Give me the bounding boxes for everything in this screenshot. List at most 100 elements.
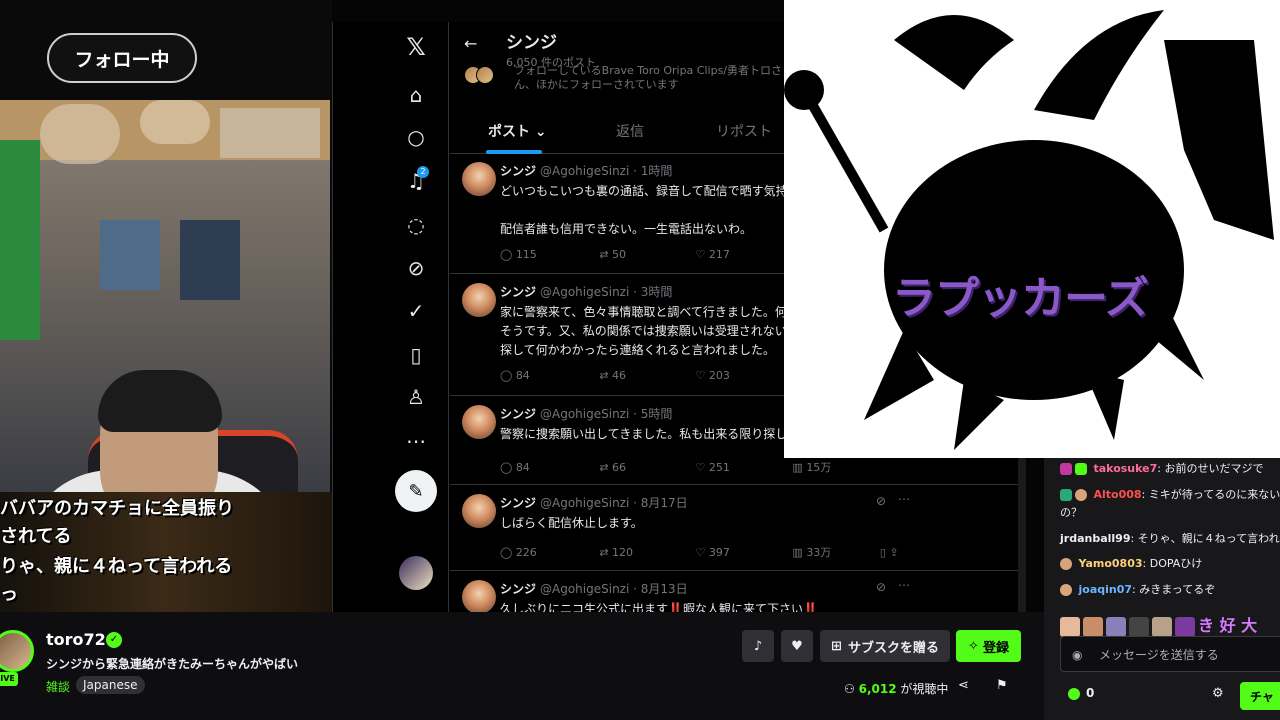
subscribe-button[interactable]: ✧ 登録 xyxy=(956,630,1021,662)
tweet-avatar[interactable] xyxy=(462,405,496,439)
tweet-author[interactable]: シンジ xyxy=(500,164,536,178)
tweet-avatar[interactable] xyxy=(462,162,496,196)
emote-icon[interactable] xyxy=(1175,616,1195,637)
chat-text: : みきまってるぞ xyxy=(1132,583,1216,596)
more-options-icon[interactable]: ⋯ xyxy=(898,492,910,506)
emote-icon[interactable] xyxy=(1083,616,1103,637)
emote-text[interactable]: き 好 大 xyxy=(1198,616,1257,635)
share-icon[interactable]: ⋖ xyxy=(958,678,969,693)
compose-post-icon[interactable]: ✎ xyxy=(395,470,437,512)
tweet-author[interactable]: シンジ xyxy=(500,582,536,596)
like-count: 251 xyxy=(708,461,730,474)
emote-icon[interactable] xyxy=(1129,616,1149,637)
streamer-panel: フォロー中 ババアのカマチョに全員振り されてる りゃ、親に４ねって言われる っ xyxy=(0,0,332,612)
tweet-avatar[interactable] xyxy=(462,283,496,317)
like-count: 203 xyxy=(708,369,730,382)
reply-icon[interactable]: ◯ xyxy=(500,546,512,559)
reply-count: 84 xyxy=(515,369,530,382)
like-icon[interactable]: ♡ xyxy=(696,369,706,382)
user-avatar xyxy=(1060,584,1072,596)
emote-icon[interactable] xyxy=(1152,616,1172,637)
chat-username[interactable]: Alto008 xyxy=(1094,488,1142,501)
bookmark-icon[interactable]: ▯ xyxy=(880,546,886,559)
emote-bar: き 好 大 xyxy=(1060,612,1257,637)
tweet-handle: @AgohigeSinzi · 3時間 xyxy=(540,285,673,299)
tweet-avatar[interactable] xyxy=(462,494,496,528)
grok-icon[interactable]: ⊘ xyxy=(876,580,886,594)
bookmarks-icon[interactable]: ▯ xyxy=(403,342,429,368)
reply-icon[interactable]: ◯ xyxy=(500,461,512,474)
subtitle-line: りゃ、親に４ねって言われる xyxy=(0,556,233,577)
like-icon[interactable]: ♡ xyxy=(696,248,706,261)
report-icon[interactable]: ⚑ xyxy=(996,678,1008,693)
profile-name: シンジ xyxy=(506,33,557,53)
gift-badge-icon xyxy=(1075,463,1087,475)
tweet-avatar[interactable] xyxy=(462,580,496,612)
repost-icon[interactable]: ⇄ xyxy=(599,546,608,559)
viewers-icon: ⚇ xyxy=(844,682,855,696)
category-link[interactable]: 雑談 xyxy=(46,678,70,695)
messages-icon[interactable]: ◌ xyxy=(403,212,429,238)
chat-message[interactable]: joaqin07: みきまってるぞ xyxy=(1060,581,1215,597)
settings-gear-icon[interactable]: ⚙ xyxy=(1212,686,1224,701)
more-options-icon[interactable]: ⋯ xyxy=(898,578,910,592)
more-icon[interactable]: ⋯ xyxy=(403,428,429,454)
grok-icon[interactable]: ⊘ xyxy=(876,494,886,508)
views-icon: ▥ xyxy=(792,461,803,474)
points-count: 0 xyxy=(1086,686,1095,700)
view-count: 15万 xyxy=(806,461,832,474)
tweet-author[interactable]: シンジ xyxy=(500,407,536,421)
tweet-text: 久しぶりにニコ生公式に出ます‼️暇な人観に来て下さい‼️ xyxy=(500,602,818,612)
like-icon[interactable]: ♡ xyxy=(696,546,706,559)
repost-icon[interactable]: ⇄ xyxy=(599,461,608,474)
points-icon[interactable] xyxy=(1068,688,1080,700)
webcam-feed xyxy=(0,100,330,492)
tweet[interactable]: シンジ @AgohigeSinzi · 8月17日 ⊘ ⋯ しばらく配信休止します… xyxy=(450,486,1023,571)
chat-text: : DOPAひけ xyxy=(1142,557,1203,570)
chat-message[interactable]: Alto008: ミキが待ってるのに来ない xyxy=(1060,486,1280,502)
x-logo-icon[interactable]: 𝕏 xyxy=(403,34,429,60)
home-icon[interactable]: ⌂ xyxy=(403,82,429,108)
chat-username[interactable]: jrdanball99 xyxy=(1060,532,1130,545)
chat-username[interactable]: takosuke7 xyxy=(1094,462,1158,475)
share-icon[interactable]: ⇪ xyxy=(889,546,898,559)
chat-message[interactable]: takosuke7: お前のせいだマジで xyxy=(1060,460,1263,476)
back-arrow-icon[interactable]: ← xyxy=(464,34,477,53)
follow-heart-icon[interactable]: ♥ xyxy=(781,630,813,662)
tab-replies[interactable]: 返信 xyxy=(616,121,644,141)
reply-icon[interactable]: ◯ xyxy=(500,248,512,261)
sub-badge-icon xyxy=(1060,463,1072,475)
chat-message[interactable]: Yamo0803: DOPAひけ xyxy=(1060,555,1202,571)
search-icon[interactable]: ○ xyxy=(403,124,429,150)
grok-icon[interactable]: ⊘ xyxy=(403,255,429,281)
chat-send-button[interactable]: チャ xyxy=(1240,682,1280,710)
tweet[interactable]: シンジ @AgohigeSinzi · 8月13日 ⊘ ⋯ 久しぶりにニコ生公式に… xyxy=(450,572,1023,612)
account-avatar[interactable] xyxy=(399,556,433,590)
like-icon[interactable]: ♡ xyxy=(696,461,706,474)
chat-input[interactable]: メッセージを送信する xyxy=(1060,636,1280,672)
reply-icon[interactable]: ◯ xyxy=(500,369,512,382)
tweet-author[interactable]: シンジ xyxy=(500,496,536,510)
repost-icon[interactable]: ⇄ xyxy=(599,248,608,261)
tab-reposts[interactable]: リポスト xyxy=(716,121,772,141)
chat-username[interactable]: joaqin07 xyxy=(1079,583,1133,596)
channel-name[interactable]: toro72 xyxy=(46,630,106,649)
emote-icon[interactable] xyxy=(1106,616,1126,637)
tweet-author[interactable]: シンジ xyxy=(500,285,536,299)
channel-avatar[interactable] xyxy=(0,630,34,672)
emote-icon[interactable] xyxy=(1060,616,1080,637)
repost-icon[interactable]: ⇄ xyxy=(599,369,608,382)
emoji-icon[interactable]: ◉ xyxy=(1072,648,1082,662)
notification-badge: 2 xyxy=(417,166,429,178)
premium-icon[interactable]: ✓ xyxy=(403,298,429,324)
gift-subscription-button[interactable]: ⊞ サブスクを贈る xyxy=(820,630,950,662)
following-button: フォロー中 xyxy=(47,33,197,83)
notification-bell-icon[interactable]: ♪ xyxy=(742,630,774,662)
chat-username[interactable]: Yamo0803 xyxy=(1079,557,1143,570)
repost-count: 120 xyxy=(612,546,634,559)
tab-posts[interactable]: ポスト ⌄ xyxy=(488,121,547,141)
language-tag[interactable]: Japanese xyxy=(76,676,145,694)
user-avatar xyxy=(1060,558,1072,570)
chat-message[interactable]: jrdanball99: そりゃ、親に４ねって言われ xyxy=(1060,530,1280,546)
profile-icon[interactable]: ♙ xyxy=(403,384,429,410)
